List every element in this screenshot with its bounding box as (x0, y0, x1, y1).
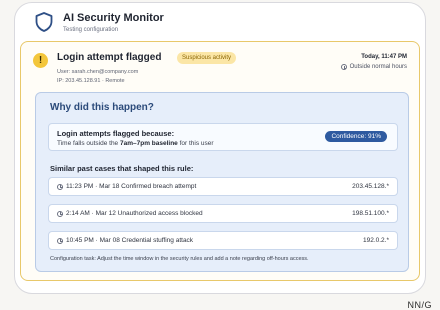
similar-case-row[interactable]: 10:45 PM · Mar 08 Credential stuffing at… (48, 231, 398, 250)
case-ip: 192.0.2.* (362, 237, 389, 244)
clock-icon (57, 237, 63, 244)
suspicious-activity-badge: Suspicious activity (177, 52, 237, 64)
nng-logo: NN/G (407, 300, 432, 310)
configuration-task: Configuration task: Adjust the time wind… (50, 256, 309, 262)
similar-case-row[interactable]: 2:14 AM · Mar 12 Unauthorized access blo… (48, 204, 398, 223)
shield-icon (35, 12, 53, 32)
confidence-badge: Confidence: 91% (325, 131, 387, 142)
case-time: 10:45 PM · Mar 08 Credential stuffing at… (66, 237, 194, 244)
case-ip: 198.51.100.* (352, 210, 389, 217)
why-title: Why did this happen? (50, 102, 154, 113)
warning-icon: ! (33, 53, 48, 68)
similar-cases-heading: Similar past cases that shaped this rule… (50, 164, 194, 173)
case-time: 11:23 PM · Mar 18 Confirmed breach attem… (66, 183, 197, 190)
alert-time-note: Outside normal hours (349, 64, 407, 70)
flag-text-suffix: for this user (177, 140, 214, 147)
alert-user: User: sarah.chen@company.com (57, 69, 139, 75)
login-alert-card[interactable]: ! Login attempt flagged Suspicious activ… (20, 41, 420, 281)
flag-reason-box: Login attempts flagged because: Time fal… (48, 123, 398, 151)
flag-text: Time falls outside the 7am–7pm baseline … (57, 140, 214, 147)
flag-heading: Login attempts flagged because: (57, 129, 175, 138)
alert-time-block: Today, 11:47 PM Outside normal hours (340, 54, 407, 70)
case-time: 2:14 AM · Mar 12 Unauthorized access blo… (66, 210, 203, 217)
flag-text-baseline: 7am–7pm baseline (119, 140, 178, 147)
clock-icon (340, 64, 347, 70)
alert-title: Login attempt flagged (57, 52, 162, 63)
why-panel: Why did this happen? Login attempts flag… (35, 92, 409, 272)
clock-icon (57, 183, 63, 190)
app-title: AI Security Monitor (63, 12, 164, 24)
alert-meta: User: sarah.chen@company.com IP: 203.45.… (57, 68, 138, 85)
similar-case-row[interactable]: 11:23 PM · Mar 18 Confirmed breach attem… (48, 177, 398, 196)
app-header: AI Security Monitor Testing configuratio… (35, 11, 164, 33)
alert-ip: IP: 203.45.128.91 · Remote (57, 77, 125, 84)
flag-text-prefix: Time falls outside the (57, 140, 120, 147)
app-window: AI Security Monitor Testing configuratio… (14, 2, 426, 294)
app-subtitle: Testing configuration (63, 27, 119, 33)
alert-time: Today, 11:47 PM (361, 54, 407, 60)
case-ip: 203.45.128.* (352, 183, 389, 190)
clock-icon (57, 210, 63, 217)
alert-time-note-row: Outside normal hours (340, 64, 407, 70)
